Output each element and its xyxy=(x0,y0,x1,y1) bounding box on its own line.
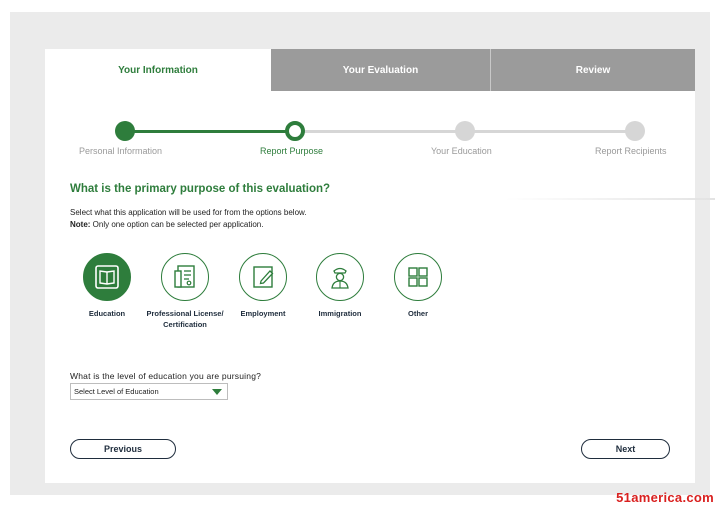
purpose-option-education[interactable]: Education xyxy=(67,253,147,319)
officer-icon xyxy=(316,253,364,301)
decorative-divider xyxy=(505,198,715,200)
stepper-track-complete xyxy=(125,130,295,133)
education-level-select-value: Select Level of Education xyxy=(74,387,159,396)
step-dot-personal-information xyxy=(115,121,135,141)
note-text: Note: Only one option can be selected pe… xyxy=(70,220,263,229)
purpose-option-other[interactable]: Other xyxy=(378,253,458,319)
tab-your-information[interactable]: Your Information xyxy=(45,49,271,91)
previous-button[interactable]: Previous xyxy=(70,439,176,459)
certificate-icon xyxy=(161,253,209,301)
watermark-text: 51america.com xyxy=(616,490,714,505)
book-icon xyxy=(83,253,131,301)
step-label-report-purpose: Report Purpose xyxy=(260,146,324,156)
step-label-your-education: Your Education xyxy=(431,146,492,156)
step-label-personal-information: Personal Information xyxy=(79,146,163,156)
purpose-label-other: Other xyxy=(407,309,428,318)
education-level-select[interactable]: Select Level of Education xyxy=(70,383,228,400)
tab-your-evaluation[interactable]: Your Evaluation xyxy=(271,49,491,91)
step-dot-report-purpose xyxy=(285,121,305,141)
grid-icon xyxy=(394,253,442,301)
question-title: What is the primary purpose of this eval… xyxy=(70,183,331,195)
note-label: Note: xyxy=(70,220,91,229)
purpose-label-employment: Employment xyxy=(240,309,286,318)
purpose-label-education: Education xyxy=(88,309,126,318)
instruction-text: Select what this application will be use… xyxy=(70,208,307,217)
purpose-option-immigration[interactable]: Immigration xyxy=(300,253,380,319)
step-dot-report-recipients xyxy=(625,121,645,141)
pen-document-icon xyxy=(239,253,287,301)
purpose-option-professional-license[interactable]: Professional License/ Certification xyxy=(145,253,225,330)
purpose-label-professional-license: Professional License/ Certification xyxy=(146,309,224,329)
caret-down-icon xyxy=(212,389,222,395)
page-frame: Your Information Your Evaluation Review … xyxy=(10,12,710,495)
step-dot-your-education xyxy=(455,121,475,141)
step-label-report-recipients: Report Recipients xyxy=(595,146,667,156)
tab-review[interactable]: Review xyxy=(491,49,695,91)
education-level-question: What is the level of education you are p… xyxy=(70,371,262,381)
form-card: Your Information Your Evaluation Review … xyxy=(45,49,695,483)
purpose-label-immigration: Immigration xyxy=(318,309,362,318)
purpose-option-employment[interactable]: Employment xyxy=(223,253,303,319)
next-button[interactable]: Next xyxy=(581,439,670,459)
note-body: Only one option can be selected per appl… xyxy=(90,220,264,229)
